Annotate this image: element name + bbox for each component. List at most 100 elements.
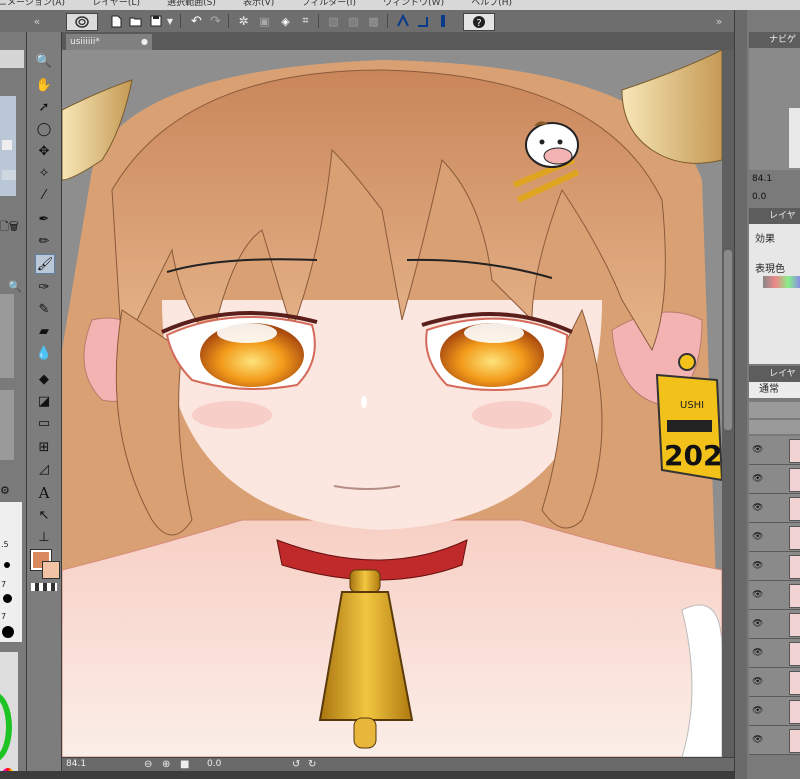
lasso-tool-icon[interactable]: ◯ (35, 120, 53, 138)
close-tab-icon[interactable]: ● (141, 34, 148, 50)
rotate-left-icon[interactable]: ↺ (292, 759, 300, 770)
eye-icon[interactable]: 👁 (752, 561, 763, 571)
sub-tool-icons[interactable]: 🗋🗑 (0, 218, 26, 233)
sub-color-swatch[interactable] (42, 561, 60, 579)
layer-toolbar-2[interactable] (749, 420, 800, 434)
eye-icon[interactable]: 👁 (752, 706, 763, 716)
tool-property-list-2[interactable] (0, 390, 14, 460)
layer-row[interactable]: 👁 (749, 494, 800, 523)
frame-tool-icon[interactable]: ⊞ (35, 438, 53, 456)
eyedropper-icon[interactable]: ⁄ (35, 186, 53, 204)
redo-icon[interactable]: ↷ (207, 13, 224, 29)
tool-property-list[interactable] (0, 294, 14, 378)
object-tool-icon[interactable]: ➚ (35, 98, 53, 116)
scrollbar-thumb[interactable] (724, 250, 732, 430)
sub-tool-option[interactable] (2, 140, 12, 150)
blend-mode-dropdown[interactable]: 通常 (749, 382, 800, 398)
layer-row[interactable]: 👁 (749, 581, 800, 610)
blend-tool-icon[interactable]: 💧 (35, 344, 53, 362)
brush-size-dot[interactable] (4, 562, 10, 568)
eraser-tool-icon[interactable]: ▰ (35, 322, 53, 340)
deselect-icon[interactable]: ▨ (345, 13, 362, 29)
flip-icon[interactable]: ▣ (256, 13, 273, 29)
menu-view[interactable]: 表示(V) (243, 0, 274, 8)
eye-icon[interactable]: 👁 (752, 474, 763, 484)
brush-tool-icon[interactable]: 🖌 (35, 254, 55, 274)
menu-layer[interactable]: レイヤー(L) (92, 0, 140, 8)
eye-icon[interactable]: 👁 (752, 677, 763, 687)
eye-icon[interactable]: 👁 (752, 503, 763, 513)
collapse-right-icon[interactable]: » (713, 13, 725, 29)
eye-icon[interactable]: 👁 (752, 648, 763, 658)
figure-tool-icon[interactable]: ▭ (35, 414, 53, 432)
eye-icon[interactable]: 👁 (752, 590, 763, 600)
color-wheel-panel[interactable] (0, 652, 18, 779)
dock-collapse-strip[interactable] (735, 10, 747, 779)
menu-filter[interactable]: フィルター(I) (301, 0, 356, 8)
fill-icon[interactable]: ◈ (277, 13, 294, 29)
hand-tool-icon[interactable]: ✋ (35, 76, 53, 94)
new-file-icon[interactable] (108, 13, 125, 29)
navigator-rotation[interactable]: 0.0 (752, 192, 766, 202)
sub-tool-option[interactable] (2, 170, 16, 180)
help-icon[interactable]: ? (463, 13, 495, 31)
fit-icon[interactable]: ■ (180, 759, 189, 770)
transparent-color-swatch[interactable] (31, 583, 57, 591)
save-dropdown-icon[interactable]: ▼ (165, 13, 175, 29)
undo-icon[interactable]: ↶ (188, 13, 205, 29)
document-tab[interactable]: usiiiiii* ● (66, 34, 152, 50)
open-folder-icon[interactable] (127, 13, 144, 29)
layer-row[interactable]: 👁 (749, 639, 800, 668)
collapse-left-icon[interactable]: « (30, 13, 44, 29)
brush-size-dot[interactable] (3, 594, 12, 603)
menu-selection[interactable]: 選択範囲(S) (167, 0, 216, 8)
drawing-canvas[interactable]: USHI 202 (62, 50, 722, 757)
menu-help[interactable]: ヘルプ(H) (471, 0, 512, 8)
eye-icon[interactable]: 👁 (752, 735, 763, 745)
save-icon[interactable] (147, 13, 164, 29)
zoom-value[interactable]: 84.1 (66, 759, 86, 769)
layer-row[interactable]: 👁 (749, 697, 800, 726)
transform-icon[interactable]: ✲ (235, 13, 252, 29)
navigator-zoom[interactable]: 84.1 (752, 174, 772, 184)
layer-row[interactable]: 👁 (749, 552, 800, 581)
grid-snap-icon[interactable] (434, 13, 451, 29)
brush-size-dot[interactable] (2, 626, 14, 638)
move-tool-icon[interactable]: ✥ (35, 142, 53, 160)
eye-icon[interactable]: 👁 (752, 445, 763, 455)
airbrush-tool-icon[interactable]: ✑ (35, 278, 53, 296)
layer-panel-header[interactable]: レイヤ (749, 366, 800, 382)
layer-row[interactable]: 👁 (749, 465, 800, 494)
decoration-tool-icon[interactable]: ✎ (35, 300, 53, 318)
select-all-icon[interactable]: ▧ (325, 13, 342, 29)
layer-row[interactable]: 👁 (749, 668, 800, 697)
magic-wand-icon[interactable]: ✧ (35, 164, 53, 182)
expression-color-dropdown[interactable] (763, 276, 800, 288)
crop-icon[interactable]: ⌗ (297, 13, 314, 29)
eye-icon[interactable]: 👁 (752, 619, 763, 629)
eye-icon[interactable]: 👁 (752, 532, 763, 542)
canvas-vertical-scrollbar[interactable] (722, 50, 734, 757)
layer-row[interactable]: 👁 (749, 726, 800, 755)
navigator-preview[interactable] (749, 48, 800, 170)
layer-row[interactable]: 👁 (749, 610, 800, 639)
ruler-tool-icon[interactable]: ◿ (35, 460, 53, 478)
text-tool-icon[interactable]: A (35, 484, 53, 502)
layer-toolbar[interactable] (749, 402, 800, 418)
correct-line-tool-icon[interactable]: ⊥ (35, 528, 53, 546)
balloon-tool-icon[interactable]: ↖ (35, 506, 53, 524)
pencil-tool-icon[interactable]: ✏ (35, 232, 53, 250)
rotate-right-icon[interactable]: ↻ (308, 759, 316, 770)
color-wheel[interactable] (0, 692, 12, 762)
invert-selection-icon[interactable]: ▩ (365, 13, 382, 29)
ruler-snap-icon[interactable] (394, 13, 411, 29)
pen-tool-icon[interactable]: ✒ (35, 210, 53, 228)
zoom-out-icon[interactable]: ⊖ (144, 759, 152, 770)
layer-row[interactable]: 👁 (749, 523, 800, 552)
zoom-tool-icon[interactable]: 🔍 (35, 52, 53, 70)
zoom-in-icon[interactable]: ⊕ (162, 759, 170, 770)
menu-window[interactable]: ウィンドウ(W) (383, 0, 444, 8)
layer-property-header[interactable]: レイヤ (749, 208, 800, 224)
fill-tool-icon[interactable]: ◆ (35, 370, 53, 388)
app-logo-icon[interactable] (66, 13, 98, 31)
